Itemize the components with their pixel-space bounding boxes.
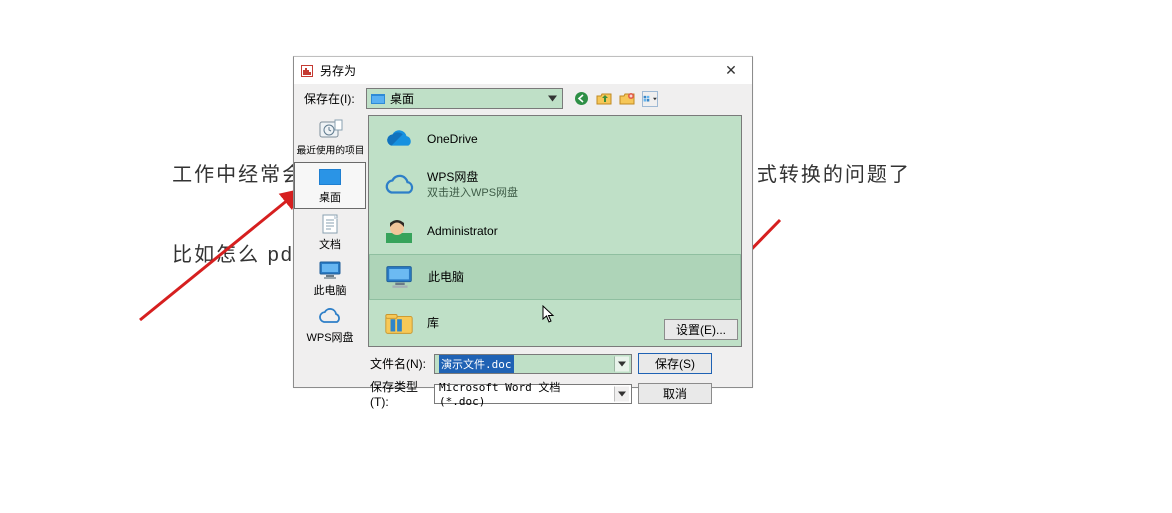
sidebar-item-label: WPS网盘 (306, 329, 353, 345)
app-icon (300, 64, 314, 78)
place-sublabel: 双击进入WPS网盘 (427, 184, 518, 200)
place-administrator[interactable]: Administrator (369, 208, 741, 254)
cancel-button[interactable]: 取消 (638, 383, 712, 404)
titlebar: 另存为 ✕ (294, 57, 752, 84)
file-listing[interactable]: OneDrive WPS网盘 双击进入WPS网盘 (368, 115, 742, 347)
user-icon (383, 217, 415, 245)
sidebar-item-label: 此电脑 (314, 282, 347, 298)
place-this-pc[interactable]: 此电脑 (369, 254, 741, 300)
filetype-label: 保存类型(T): (370, 378, 428, 409)
filename-input[interactable]: 演示文件.doc (434, 354, 632, 374)
place-wps-cloud[interactable]: WPS网盘 双击进入WPS网盘 (369, 162, 741, 208)
settings-button-wrap: 设置(E)... (664, 319, 738, 340)
filetype-combobox[interactable]: Microsoft Word 文档 (*.doc) (434, 384, 632, 404)
sidebar-item-label: 桌面 (319, 189, 341, 205)
location-name: 桌面 (390, 90, 414, 107)
save-as-dialog: 另存为 ✕ 保存在(I): 桌面 (293, 56, 753, 388)
cancel-label: 取消 (663, 385, 687, 402)
location-dropdown-icon[interactable] (545, 91, 560, 106)
wps-cloud-icon (317, 306, 343, 328)
filename-value: 演示文件.doc (439, 355, 514, 373)
toolbar-icons (573, 91, 658, 107)
places-sidebar: 最近使用的项目 桌面 (294, 113, 366, 349)
save-button[interactable]: 保存(S) (638, 353, 712, 374)
chevron-down-icon (653, 97, 657, 101)
sidebar-item-this-pc[interactable]: 此电脑 (294, 255, 366, 302)
desktop-folder-icon (371, 93, 385, 104)
dialog-body: 最近使用的项目 桌面 (294, 113, 752, 349)
place-label: WPS网盘 (427, 170, 518, 184)
save-label: 保存(S) (655, 355, 695, 372)
sidebar-item-label: 文档 (319, 236, 341, 252)
sidebar-item-recent[interactable]: 最近使用的项目 (294, 115, 366, 162)
sidebar-item-desktop[interactable]: 桌面 (294, 162, 366, 209)
settings-label: 设置(E)... (676, 321, 726, 338)
place-label: 库 (427, 316, 439, 330)
documents-icon (317, 213, 343, 235)
place-label: Administrator (427, 224, 498, 238)
libraries-icon (383, 309, 415, 337)
desktop-icon (317, 166, 343, 188)
settings-button[interactable]: 设置(E)... (664, 319, 738, 340)
save-fields: 文件名(N): 演示文件.doc 保存(S) 保存类型(T): Microsof… (294, 349, 752, 415)
location-combobox[interactable]: 桌面 (366, 88, 563, 109)
dialog-title: 另存为 (320, 62, 356, 79)
sidebar-item-label: 最近使用的项目 (296, 143, 364, 157)
back-icon[interactable] (573, 91, 589, 107)
new-folder-icon[interactable] (619, 91, 635, 107)
sidebar-item-wps-cloud[interactable]: WPS网盘 (294, 302, 366, 349)
filename-dropdown-icon[interactable] (614, 356, 629, 371)
close-button[interactable]: ✕ (710, 57, 752, 84)
filetype-dropdown-icon[interactable] (614, 386, 629, 401)
place-onedrive[interactable]: OneDrive (369, 116, 741, 162)
location-toolbar: 保存在(I): 桌面 (294, 84, 752, 113)
save-in-label: 保存在(I): (304, 90, 360, 107)
this-pc-large-icon (384, 263, 416, 291)
up-one-level-icon[interactable] (596, 91, 612, 107)
views-menu-button[interactable] (642, 91, 658, 107)
onedrive-icon (383, 125, 415, 153)
filename-label: 文件名(N): (370, 355, 428, 372)
place-label: OneDrive (427, 132, 478, 146)
place-label: 此电脑 (428, 270, 464, 284)
filetype-value: Microsoft Word 文档 (*.doc) (439, 379, 613, 408)
wps-cloud-large-icon (383, 171, 415, 199)
sidebar-item-documents[interactable]: 文档 (294, 209, 366, 256)
recent-items-icon (317, 119, 343, 141)
this-pc-icon (317, 259, 343, 281)
close-icon: ✕ (725, 62, 737, 79)
